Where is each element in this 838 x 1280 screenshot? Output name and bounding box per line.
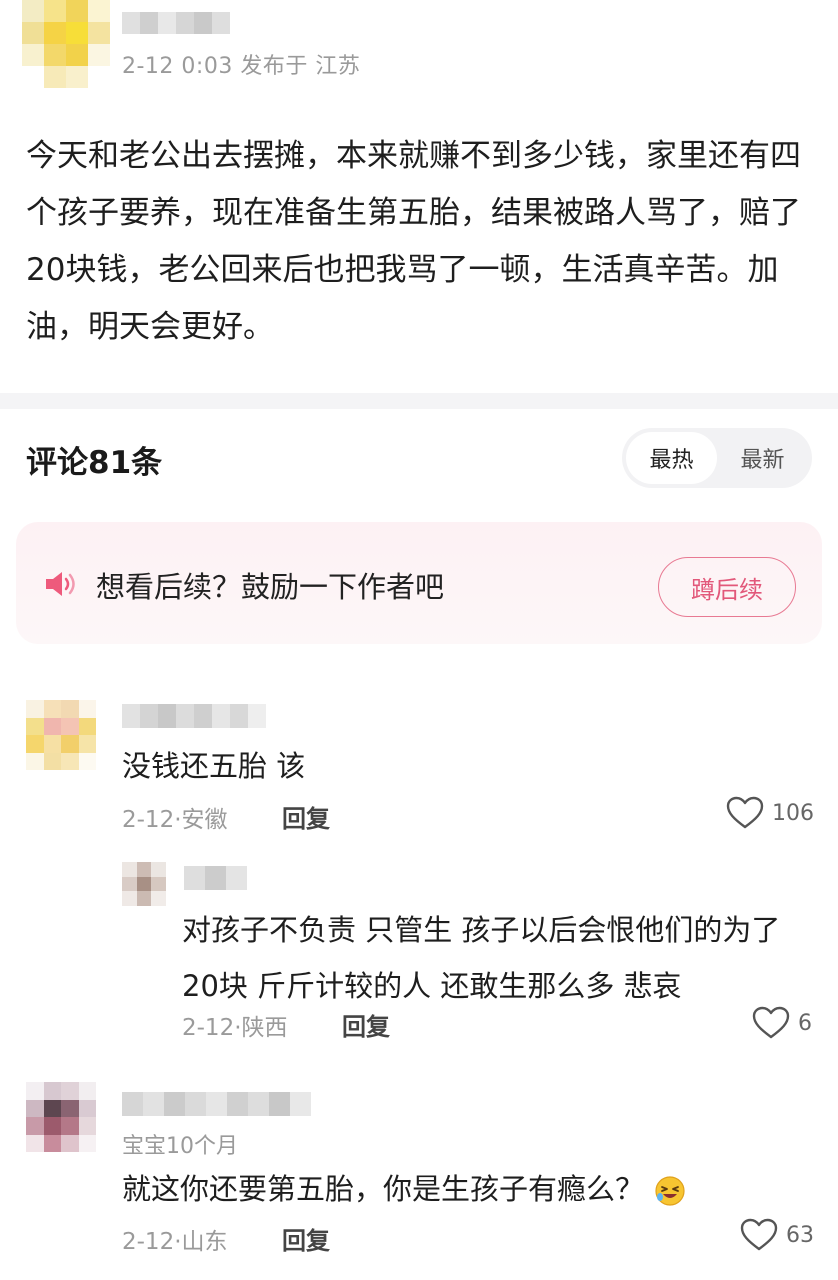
heart-icon xyxy=(726,796,764,829)
heart-icon xyxy=(752,1006,790,1039)
comments-count-title: 评论81条 xyxy=(26,445,163,481)
follow-up-banner: 想看后续？鼓励一下作者吧 蹲后续 xyxy=(16,522,822,644)
commenter-badge: 宝宝10个月 xyxy=(122,1134,238,1159)
comment-text-content: 就这你还要第五胎，你是生孩子有瘾么？ xyxy=(122,1172,645,1206)
heart-icon xyxy=(740,1218,778,1251)
commenter-avatar[interactable] xyxy=(26,700,96,770)
reply-text: 对孩子不负责 只管生 孩子以后会恨他们的为了20块 斤斤计较的人 还敢生那么多 … xyxy=(182,913,781,1003)
comment-date-location: 2-12·安徽 xyxy=(122,807,228,833)
section-divider xyxy=(0,393,838,409)
author-avatar[interactable] xyxy=(22,0,110,88)
follow-up-button[interactable]: 蹲后续 xyxy=(658,557,796,617)
like-button[interactable]: 6 xyxy=(752,1006,812,1040)
comment-text: 就这你还要第五胎，你是生孩子有瘾么？ xyxy=(122,1164,686,1214)
replier-name-blurred xyxy=(184,866,248,890)
reply-button[interactable]: 回复 xyxy=(342,1007,390,1042)
like-count: 106 xyxy=(772,800,814,826)
post-body: 今天和老公出去摆摊，本来就赚不到多少钱，家里还有四个孩子要养，现在准备生第五胎，… xyxy=(26,138,801,345)
like-button[interactable]: 106 xyxy=(726,796,814,830)
laughing-emoji-icon xyxy=(655,1176,685,1206)
comment-date-location: 2-12·山东 xyxy=(122,1229,228,1255)
banner-text: 想看后续？鼓励一下作者吧 xyxy=(96,570,445,604)
like-count: 6 xyxy=(798,1010,812,1036)
post-header: 2-12 0:03 发布于 江苏 xyxy=(0,0,838,110)
comment-text: 没钱还五胎 该 xyxy=(122,749,306,783)
reply-button[interactable]: 回复 xyxy=(282,1221,330,1256)
sort-hot-button[interactable]: 最热 xyxy=(626,432,717,484)
reply-date-location: 2-12·陕西 xyxy=(182,1015,288,1041)
post-meta: 2-12 0:03 发布于 江苏 xyxy=(122,54,361,79)
commenter-name-blurred xyxy=(122,704,266,728)
reply-button[interactable]: 回复 xyxy=(282,799,330,834)
author-name-blurred xyxy=(122,12,232,34)
sort-toggle: 最热 最新 xyxy=(622,428,812,488)
speaker-icon xyxy=(46,572,75,596)
replier-avatar[interactable] xyxy=(122,862,166,906)
like-button[interactable]: 63 xyxy=(740,1218,814,1252)
like-count: 63 xyxy=(786,1222,814,1248)
sort-new-button[interactable]: 最新 xyxy=(717,432,808,484)
commenter-name-blurred xyxy=(122,1092,312,1116)
commenter-avatar[interactable] xyxy=(26,1082,96,1152)
